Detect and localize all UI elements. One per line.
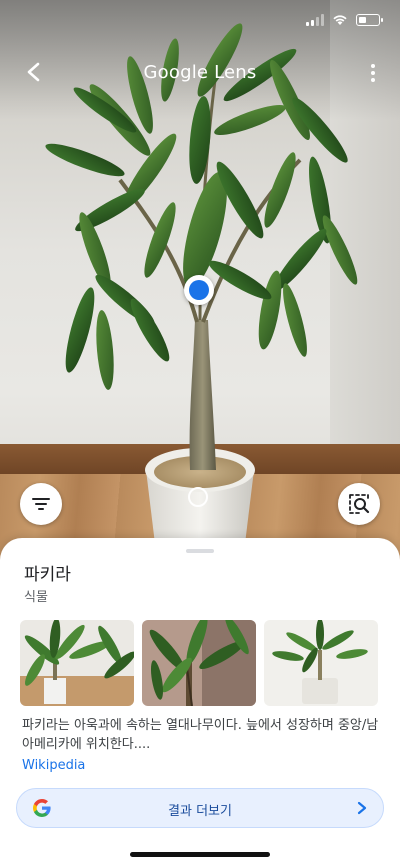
object-focus-dot[interactable]	[184, 275, 214, 305]
status-bar	[0, 0, 400, 48]
thumbnail-1[interactable]	[20, 620, 134, 706]
results-bottom-sheet[interactable]: 파키라 식물 파키라는 아욱과에 속하는 열대나무이다. 늪에서 성장하며 중앙…	[0, 538, 400, 865]
sheet-drag-handle[interactable]	[186, 549, 214, 553]
result-description: 파키라는 아욱과에 속하는 열대나무이다. 늪에서 성장하며 중앙/남아메리카에…	[22, 718, 379, 752]
shutter-button[interactable]	[188, 487, 208, 507]
more-options-button[interactable]	[368, 60, 378, 86]
source-link[interactable]: Wikipedia	[22, 758, 85, 773]
filter-icon	[32, 498, 50, 510]
plant-photo-3	[264, 620, 378, 706]
more-vertical-icon	[371, 64, 375, 68]
more-results-label: 결과 더보기	[168, 804, 232, 819]
filter-button[interactable]	[20, 483, 62, 525]
home-indicator	[130, 852, 270, 857]
wifi-icon	[333, 15, 347, 25]
result-thumbnails	[20, 620, 380, 706]
thumbnail-2[interactable]	[142, 620, 256, 706]
chevron-right-icon	[357, 801, 367, 815]
search-image-region-button[interactable]	[338, 483, 380, 525]
battery-level	[359, 17, 366, 23]
more-results-button[interactable]: 결과 더보기	[16, 788, 384, 828]
result-category: 식물	[24, 590, 48, 605]
plant-photo-1	[20, 620, 134, 706]
lens-header: Google Lens	[0, 52, 400, 96]
plant-photo-2	[142, 620, 256, 706]
cellular-signal-icon	[306, 14, 324, 26]
result-title: 파키라	[24, 565, 71, 585]
camera-viewfinder[interactable]: Google Lens	[0, 0, 400, 560]
image-search-icon	[349, 494, 370, 514]
status-icons	[306, 14, 383, 26]
thumbnail-3[interactable]	[264, 620, 378, 706]
battery-icon	[356, 14, 383, 26]
app-title: Google Lens	[143, 62, 257, 83]
